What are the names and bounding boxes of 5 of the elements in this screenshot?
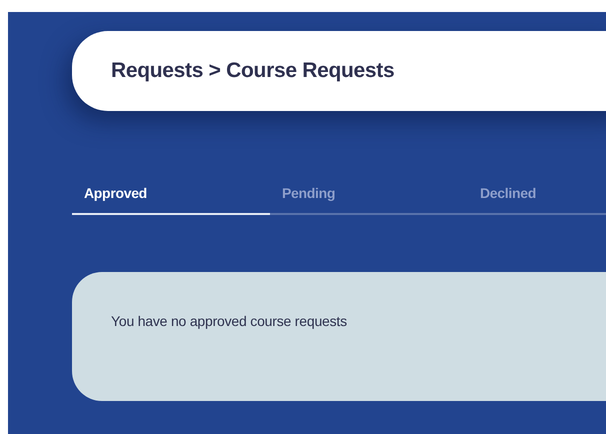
tab[interactable]: Pending <box>270 185 468 215</box>
tab[interactable]: Declined <box>468 185 606 215</box>
tab[interactable]: Approved <box>72 185 270 215</box>
page-title: Requests > Course Requests <box>111 59 394 83</box>
empty-message: You have no approved course requests <box>111 313 347 329</box>
